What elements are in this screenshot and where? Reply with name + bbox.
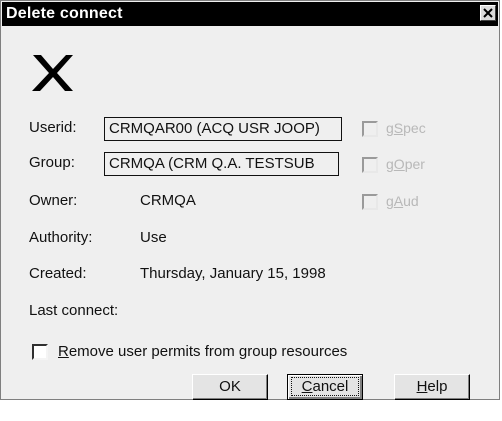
remove-permits-label[interactable]: Remove user permits from group resources xyxy=(58,343,347,360)
ok-button[interactable]: OK xyxy=(192,374,268,400)
background-strip xyxy=(0,401,502,421)
help-button[interactable]: Help xyxy=(394,374,470,400)
userid-label: Userid: xyxy=(29,119,77,136)
cancel-button[interactable]: Cancel xyxy=(287,374,363,400)
close-icon xyxy=(483,8,493,18)
remove-permits-checkbox[interactable] xyxy=(32,344,48,360)
gspec-checkbox[interactable] xyxy=(362,121,378,137)
created-value: Thursday, January 15, 1998 xyxy=(140,265,326,282)
delete-connect-dialog: Delete connect Userid: CRMQAR00 (ACQ USR… xyxy=(0,0,500,400)
title-bar[interactable]: Delete connect xyxy=(2,2,498,26)
group-field: CRMQA (CRM Q.A. TESTSUB xyxy=(104,152,339,176)
gaud-checkbox[interactable] xyxy=(362,194,378,210)
goper-checkbox[interactable] xyxy=(362,157,378,173)
authority-label: Authority: xyxy=(29,229,93,246)
gspec-label: gSpec xyxy=(386,120,426,136)
owner-value: CRMQA xyxy=(140,192,196,209)
last-connect-label: Last connect: xyxy=(29,302,119,319)
userid-field: CRMQAR00 (ACQ USR JOOP) xyxy=(104,117,342,141)
cancel-button-label: Cancel xyxy=(290,377,360,396)
close-button[interactable] xyxy=(480,5,496,21)
x-mark-icon xyxy=(32,55,73,91)
goper-label: gOper xyxy=(386,156,425,172)
dialog-title: Delete connect xyxy=(6,5,123,22)
created-label: Created: xyxy=(29,265,87,282)
group-label: Group: xyxy=(29,154,75,171)
gaud-label: gAud xyxy=(386,193,419,209)
owner-label: Owner: xyxy=(29,192,78,209)
authority-value: Use xyxy=(140,229,167,246)
